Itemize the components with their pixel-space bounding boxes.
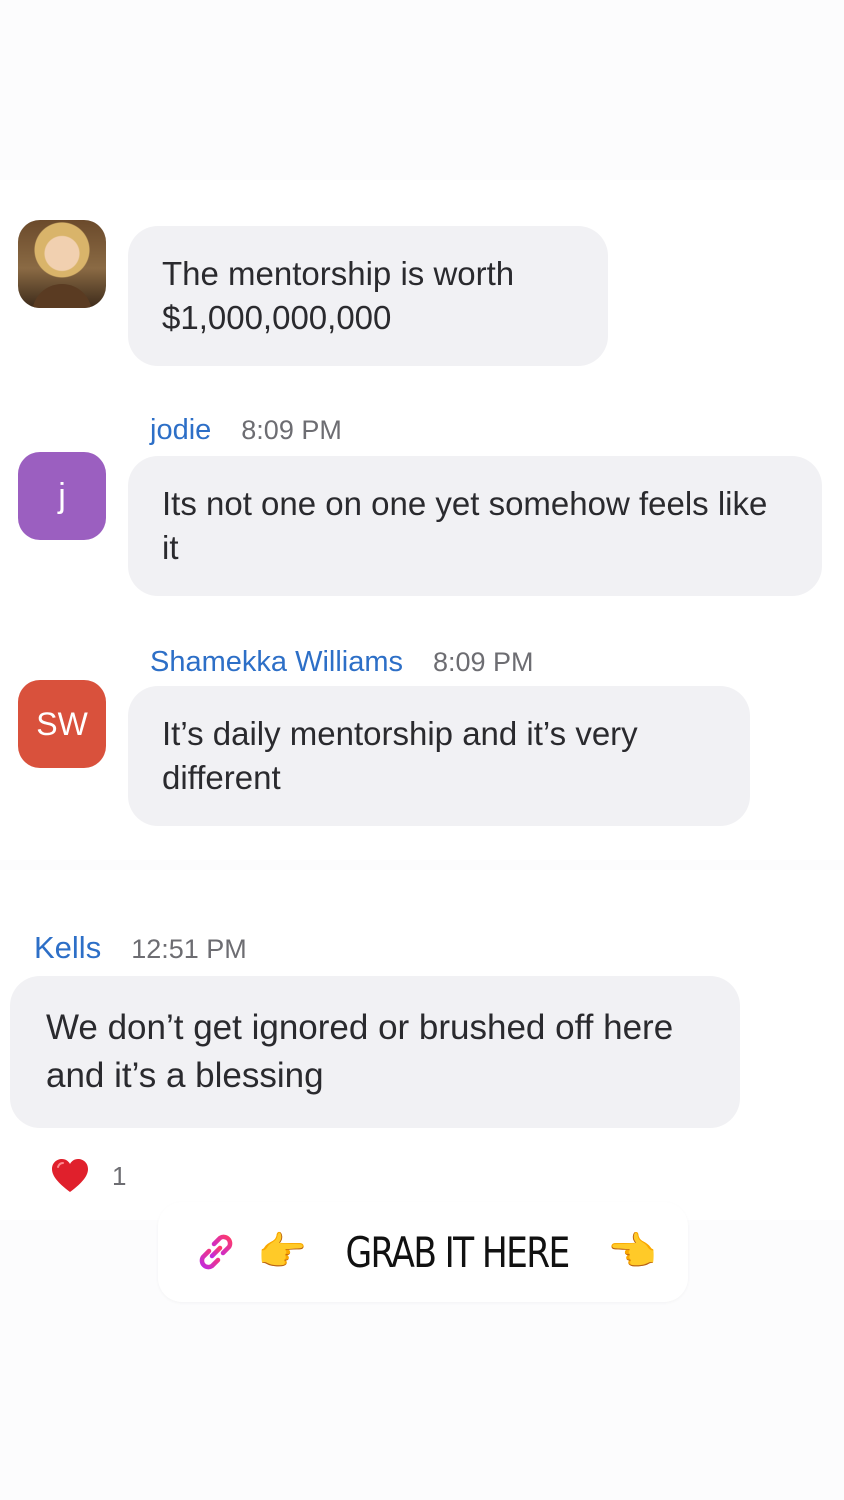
pointing-left-icon: 👈 [607,1230,657,1274]
grab-it-here-link[interactable]: 👉 GRAB IT HERE 👈 [158,1202,688,1302]
sender-name[interactable]: Shamekka Williams [150,646,403,679]
avatar-initials: SW [36,705,88,742]
avatar-shamekka[interactable]: SW [18,680,106,768]
message-text: It’s daily mentorship and it’s very diff… [162,715,638,796]
chat-panel-bottom: Kells 12:51 PM We don’t get ignored or b… [0,870,844,1220]
message-header: jodie 8:09 PM [150,414,342,447]
sender-name[interactable]: Kells [34,930,101,966]
message-time: 8:09 PM [433,647,534,677]
message-header: Kells 12:51 PM [34,930,247,966]
message-text: The mentorship is worth $1,000,000,000 [162,255,515,336]
message-time: 12:51 PM [131,934,247,964]
chat-panel-top: The mentorship is worth $1,000,000,000 j… [0,180,844,860]
message-bubble: It’s daily mentorship and it’s very diff… [128,686,750,826]
message-text: Its not one on one yet somehow feels lik… [162,485,768,566]
sender-name[interactable]: jodie [150,414,211,447]
message-time: 8:09 PM [241,415,342,445]
top-blank-area [0,0,844,180]
pointing-right-icon: 👉 [257,1230,307,1274]
avatar-initials: j [58,476,66,515]
message-bubble: Its not one on one yet somehow feels lik… [128,456,822,596]
reaction-badge[interactable]: 1 [50,1158,126,1194]
reaction-count: 1 [112,1160,127,1191]
message-text: We don’t get ignored or brushed off here… [46,1008,674,1095]
message-header: Shamekka Williams 8:09 PM [150,646,534,679]
cta-label: GRAB IT HERE [345,1227,570,1277]
heart-icon [52,1159,88,1192]
message-bubble: We don’t get ignored or brushed off here… [10,976,740,1128]
avatar-photo [18,220,106,308]
message-bubble: The mentorship is worth $1,000,000,000 [128,226,608,366]
avatar-jodie[interactable]: j [18,452,106,540]
link-icon [199,1234,233,1270]
